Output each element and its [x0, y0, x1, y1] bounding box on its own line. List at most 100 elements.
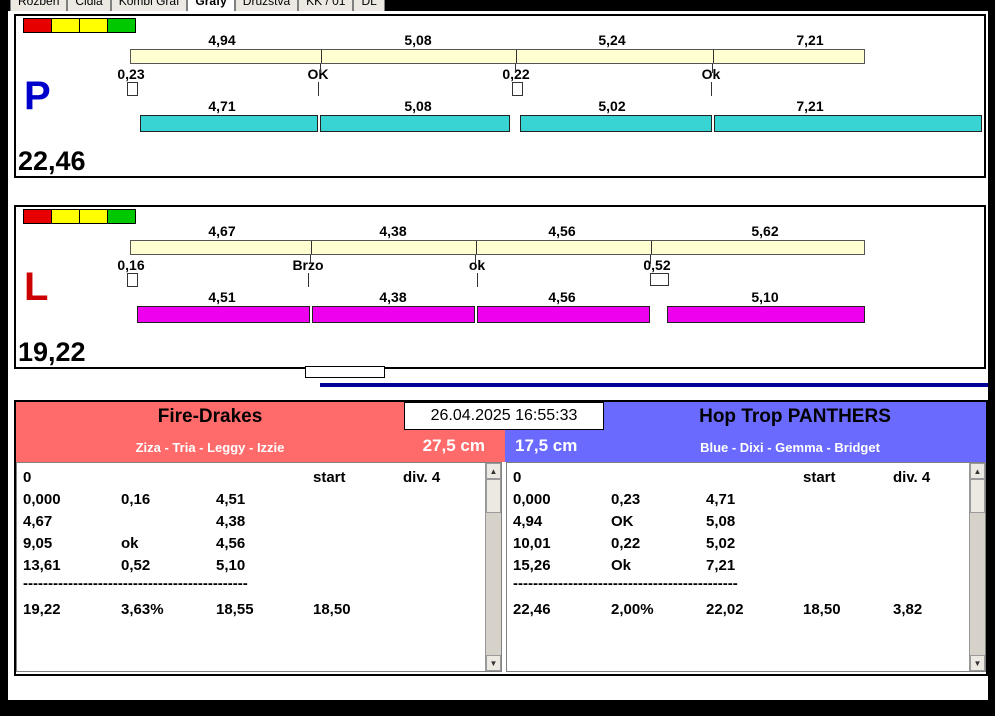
- table-cell: 22,46: [513, 601, 551, 618]
- separator-dashes: ----------------------------------------…: [23, 575, 248, 592]
- time-bar-segment: [312, 306, 475, 323]
- split-times-bottom-row: 4,71 5,08 5,02 7,21: [16, 98, 984, 114]
- tick-mark: [475, 255, 476, 264]
- team-left-jump-height: 27,5 cm: [422, 436, 485, 455]
- sensor-box: [650, 273, 669, 286]
- tick-mark: [320, 64, 321, 73]
- split-time: 4,71: [208, 98, 236, 114]
- lane-letter: L: [24, 265, 49, 309]
- table-row: 0,000 0,16 4,51: [17, 491, 485, 511]
- tab-grafy[interactable]: Grafy: [187, 0, 235, 11]
- table-row: 4,94 OK 5,08: [507, 513, 969, 533]
- run-panel-left-lane: 4,67 4,38 4,56 5,62 0,16 Brzo ok 0,52 4,51 4,38…: [14, 205, 986, 369]
- time-bar-segment: [320, 115, 510, 132]
- change-label: 0,16: [117, 257, 145, 273]
- change-labels-row: 0,23 OK 0,22 Ok: [16, 66, 984, 82]
- scroll-thumb[interactable]: [970, 479, 985, 513]
- progress-line: [320, 383, 988, 387]
- sensor-box: [512, 82, 523, 96]
- table-cell: 0,23: [611, 491, 641, 508]
- tab-list: Rozbeh Cidla Kombi Graf Grafy Družstva KK / 0…: [10, 0, 385, 11]
- split-time: 4,56: [548, 223, 576, 239]
- split-time: 7,21: [796, 32, 824, 48]
- split-time: 5,62: [751, 223, 779, 239]
- scroll-handle[interactable]: [305, 366, 385, 378]
- team-right-table: 0 start div. 4 0,000 0,23 4,71 4,94 OK 5,08 10,01…: [507, 463, 969, 671]
- split-time: 5,08: [404, 98, 432, 114]
- time-bar-segment: [140, 115, 318, 132]
- table-row: 4,67 4,38: [17, 513, 485, 533]
- tick-mark: [310, 255, 311, 264]
- change-labels-row: 0,16 Brzo ok 0,52: [16, 257, 984, 273]
- team-right-jump-height: 17,5 cm: [515, 436, 578, 455]
- split-time: 5,08: [404, 32, 432, 48]
- time-bar-segment: [477, 306, 650, 323]
- scroll-down-icon[interactable]: ▼: [486, 655, 501, 671]
- tab-dru-stva[interactable]: Družstva: [234, 0, 299, 11]
- change-label: ok: [468, 257, 486, 273]
- split-time: 5,10: [751, 289, 779, 305]
- table-header-row: 0 start div. 4: [17, 469, 485, 489]
- status-light: [23, 209, 52, 224]
- table-cell: 5,08: [706, 513, 736, 530]
- scroll-up-icon[interactable]: ▲: [970, 463, 985, 479]
- team-right-scrollbar[interactable]: ▲ ▼: [969, 463, 985, 671]
- table-row: 0,000 0,23 4,71: [507, 491, 969, 511]
- lane-total-time: 22,46: [18, 146, 86, 176]
- table-cell: 15,26: [513, 557, 551, 574]
- scroll-thumb[interactable]: [486, 479, 501, 513]
- team-right-results-box: 0 start div. 4 0,000 0,23 4,71 4,94 OK 5,08 10,01…: [506, 462, 986, 672]
- table-cell: 18,55: [216, 601, 254, 618]
- table-totals-row: 22,46 2,00% 22,02 18,50 3,82: [507, 601, 969, 621]
- tab-dl[interactable]: DL: [353, 0, 385, 11]
- team-left-name: Fire-Drakes: [157, 406, 263, 427]
- table-separator: ----------------------------------------…: [17, 575, 485, 595]
- team-left-results-box: 0 start div. 4 0,000 0,16 4,51 4,67 4,38 9,05 ok 4…: [16, 462, 502, 672]
- table-cell: 3,63%: [121, 601, 164, 618]
- scale-separator: [713, 50, 714, 63]
- tick-mark: [477, 273, 478, 287]
- table-separator: ----------------------------------------…: [507, 575, 969, 595]
- table-cell: 4,51: [216, 491, 246, 508]
- table-cell: 3,82: [893, 601, 923, 618]
- team-left-scrollbar[interactable]: ▲ ▼: [485, 463, 501, 671]
- time-bar-segment: [714, 115, 982, 132]
- status-light: [51, 18, 80, 33]
- scale-separator: [476, 241, 477, 254]
- separator-dashes: ----------------------------------------…: [513, 575, 738, 592]
- team-left-members: Ziza - Tria - Leggy - Izzie: [135, 440, 285, 455]
- team-right-name: Hop Trop PANTHERS: [699, 406, 891, 427]
- lane-total-time: 19,22: [18, 337, 86, 367]
- sensor-box: [127, 82, 138, 96]
- tab-cidla[interactable]: Cidla: [67, 0, 111, 11]
- table-cell: 7,21: [706, 557, 736, 574]
- scroll-up-icon[interactable]: ▲: [486, 463, 501, 479]
- table-cell: 2,00%: [611, 601, 654, 618]
- status-lights: [23, 209, 136, 224]
- tab-kombi-graf[interactable]: Kombi Graf: [110, 0, 188, 11]
- scale-separator: [516, 50, 517, 63]
- change-label: Ok: [701, 66, 721, 82]
- run-panel-right-lane: 4,94 5,08 5,24 7,21 0,23 OK 0,22 Ok 4,71 5,08 5,…: [14, 14, 986, 178]
- table-cell: 0,52: [121, 557, 151, 574]
- split-time: 4,56: [548, 289, 576, 305]
- change-label: 0,23: [117, 66, 145, 82]
- team-left-table: 0 start div. 4 0,000 0,16 4,51 4,67 4,38 9,05 ok 4…: [17, 463, 485, 671]
- change-label: 0,22: [502, 66, 530, 82]
- tick-mark: [712, 64, 713, 73]
- scroll-down-icon[interactable]: ▼: [970, 655, 985, 671]
- table-cell: 4,94: [513, 513, 543, 530]
- tick-mark: [318, 82, 319, 96]
- status-lights: [23, 18, 136, 33]
- split-time: 7,21: [796, 98, 824, 114]
- time-bar-segment: [667, 306, 865, 323]
- split-times-top-row: 4,94 5,08 5,24 7,21: [16, 32, 984, 48]
- table-cell: OK: [611, 513, 634, 530]
- table-cell: 0: [513, 469, 522, 486]
- tab-rozbeh[interactable]: Rozbeh: [10, 0, 68, 11]
- split-time: 4,38: [379, 289, 407, 305]
- table-cell: 0,000: [23, 491, 61, 508]
- tab-kk-01[interactable]: KK / 01: [298, 0, 354, 11]
- status-light: [23, 18, 52, 33]
- table-cell: 9,05: [23, 535, 53, 552]
